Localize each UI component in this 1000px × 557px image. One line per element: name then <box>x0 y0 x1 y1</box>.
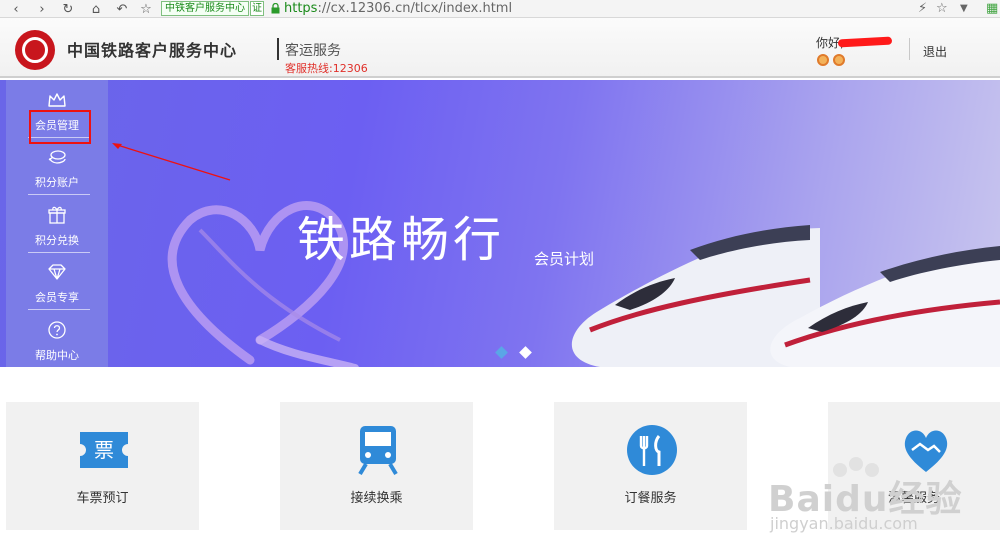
dropdown-chevron-icon[interactable]: ▼ <box>960 3 968 14</box>
lock-icon <box>271 3 280 14</box>
bookmark-star-icon[interactable]: ☆ <box>138 1 154 17</box>
carousel-dot-1[interactable] <box>495 346 508 359</box>
service-card-meal-order[interactable]: 订餐服务 <box>554 402 747 530</box>
brand-name: 中国铁路客户服务中心 <box>67 41 238 60</box>
favorite-star-icon[interactable]: ☆ <box>936 1 948 16</box>
home-icon[interactable]: ⌂ <box>88 1 104 17</box>
section-title: 客运服务 <box>285 43 341 59</box>
annotation-arrow <box>112 143 231 181</box>
annotation-highlight-box <box>29 110 91 144</box>
svg-text:票: 票 <box>94 438 114 462</box>
service-card-transfer[interactable]: 接续换乘 <box>280 402 473 530</box>
sidebar-item-label: 积分兑换 <box>35 234 79 247</box>
sidebar-item-label: 会员专享 <box>35 291 79 304</box>
crown-icon <box>48 93 66 107</box>
apps-grid-icon[interactable]: ▦ <box>986 1 998 16</box>
browser-toolbar: ‹ › ↻ ⌂ ↶ ☆ 中铁客户服务中心 证 https://cx.12306.… <box>0 0 1000 18</box>
gift-icon <box>48 206 66 224</box>
logout-link[interactable]: 退出 <box>923 43 947 60</box>
question-icon <box>48 321 66 339</box>
member-medal-icon <box>817 54 829 66</box>
coins-icon <box>48 150 66 164</box>
undo-icon[interactable]: ↶ <box>114 1 130 17</box>
sidebar-item-label: 帮助中心 <box>35 349 79 362</box>
certificate-badge[interactable]: 证 <box>250 1 264 16</box>
reload-icon[interactable]: ↻ <box>60 1 76 17</box>
fork-knife-icon <box>627 425 677 475</box>
banner-title: 铁路畅行 <box>297 212 506 268</box>
promo-banner[interactable]: 铁路畅行 会员计划 <box>0 80 1000 367</box>
member-medal-icon <box>833 54 845 66</box>
watermark-url: jingyan.baidu.com <box>770 514 918 533</box>
ticket-icon: 票 <box>80 432 128 468</box>
brand-divider <box>277 38 279 60</box>
service-card-label: 车票预订 <box>76 491 129 506</box>
sidebar-divider <box>28 309 90 310</box>
service-card-label: 订餐服务 <box>624 491 677 506</box>
service-card-ticket-booking[interactable]: 票 车票预订 <box>6 402 199 530</box>
hotline-text: 客服热线:12306 <box>285 62 368 75</box>
carousel-dot-2[interactable] <box>519 346 532 359</box>
sidebar-item-points-exchange[interactable]: 积分兑换 <box>6 197 108 254</box>
service-card-label: 接续换乘 <box>350 491 403 506</box>
site-header: 中国铁路客户服务中心 客运服务 客服热线:12306 你好, 退出 <box>0 18 1000 78</box>
sidebar-divider <box>28 194 90 195</box>
sidebar-item-points-account[interactable]: 积分账户 <box>6 139 108 196</box>
high-speed-train-graphic <box>571 225 1000 367</box>
sidebar-item-label: 积分账户 <box>35 176 79 189</box>
address-bar[interactable]: https://cx.12306.cn/tlcx/index.html <box>284 0 512 17</box>
sidebar-item-help-center[interactable]: 帮助中心 <box>6 312 108 369</box>
train-icon <box>358 426 398 476</box>
header-divider <box>909 38 910 60</box>
sidebar-divider <box>28 252 90 253</box>
forward-icon[interactable]: › <box>34 1 50 17</box>
lightning-icon[interactable]: ⚡ <box>918 1 927 16</box>
sidebar-item-member-exclusive[interactable]: 会员专享 <box>6 254 108 311</box>
diamond-icon <box>48 264 66 280</box>
site-identity-badge[interactable]: 中铁客户服务中心 <box>161 1 249 16</box>
redacted-username <box>837 36 893 48</box>
back-icon[interactable]: ‹ <box>8 1 24 17</box>
railway-logo-icon[interactable] <box>15 30 55 70</box>
